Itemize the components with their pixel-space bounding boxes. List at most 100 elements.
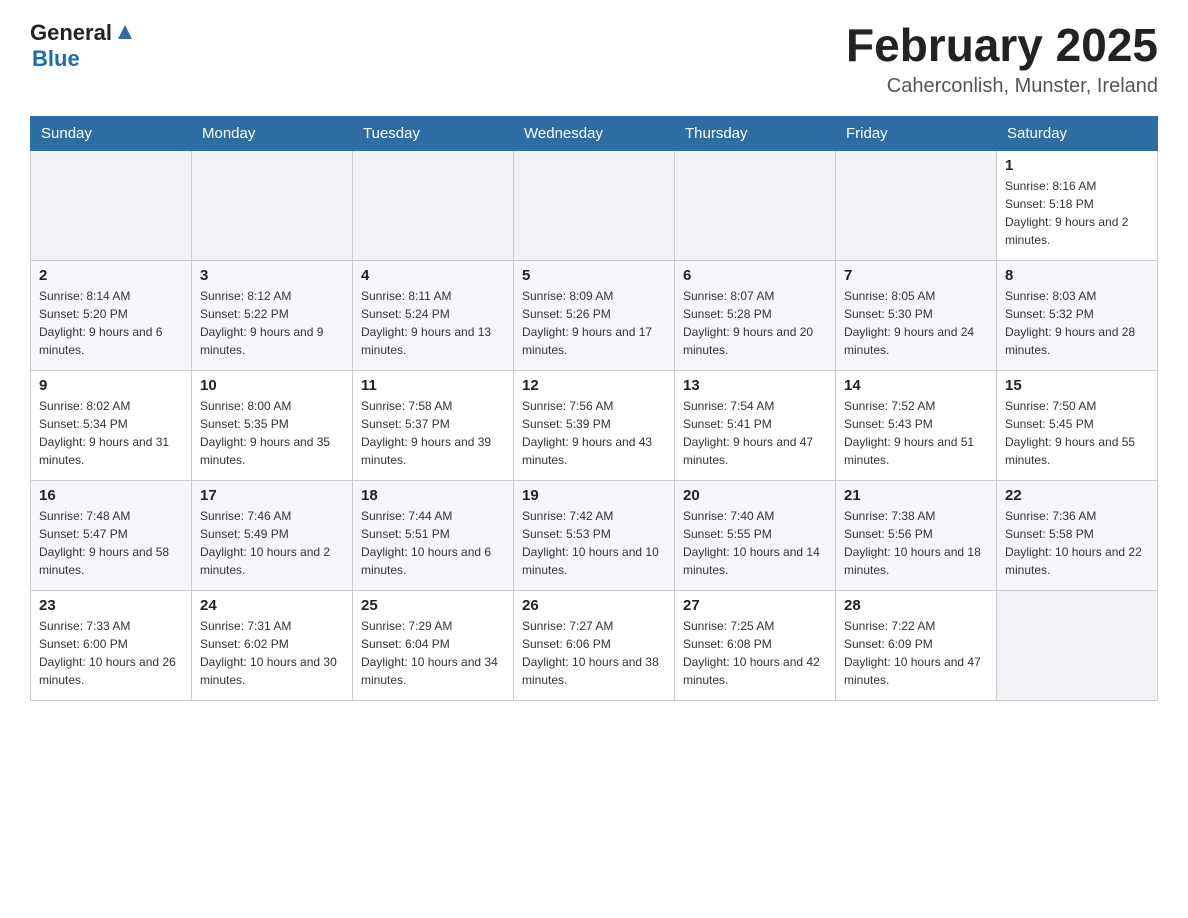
calendar-row: 2 Sunrise: 8:14 AMSunset: 5:20 PMDaylight… bbox=[31, 260, 1158, 370]
day-info: Sunrise: 7:36 AMSunset: 5:58 PMDaylight:… bbox=[1005, 507, 1149, 579]
calendar-cell: 11 Sunrise: 7:58 AMSunset: 5:37 PMDayligh… bbox=[353, 370, 514, 480]
day-info: Sunrise: 8:07 AMSunset: 5:28 PMDaylight:… bbox=[683, 287, 827, 359]
day-info: Sunrise: 8:05 AMSunset: 5:30 PMDaylight:… bbox=[844, 287, 988, 359]
day-info: Sunrise: 7:31 AMSunset: 6:02 PMDaylight:… bbox=[200, 617, 344, 689]
day-number: 2 bbox=[39, 267, 183, 284]
day-number: 12 bbox=[522, 377, 666, 394]
calendar-cell: 27 Sunrise: 7:25 AMSunset: 6:08 PMDayligh… bbox=[675, 590, 836, 700]
day-number: 24 bbox=[200, 597, 344, 614]
day-info: Sunrise: 8:03 AMSunset: 5:32 PMDaylight:… bbox=[1005, 287, 1149, 359]
day-info: Sunrise: 7:50 AMSunset: 5:45 PMDaylight:… bbox=[1005, 397, 1149, 469]
day-info: Sunrise: 7:38 AMSunset: 5:56 PMDaylight:… bbox=[844, 507, 988, 579]
day-number: 11 bbox=[361, 377, 505, 394]
day-number: 16 bbox=[39, 487, 183, 504]
day-info: Sunrise: 7:33 AMSunset: 6:00 PMDaylight:… bbox=[39, 617, 183, 689]
calendar-cell bbox=[514, 150, 675, 260]
day-of-week-header: Tuesday bbox=[353, 116, 514, 150]
calendar-cell: 28 Sunrise: 7:22 AMSunset: 6:09 PMDayligh… bbox=[836, 590, 997, 700]
day-info: Sunrise: 8:12 AMSunset: 5:22 PMDaylight:… bbox=[200, 287, 344, 359]
calendar-row: 23 Sunrise: 7:33 AMSunset: 6:00 PMDayligh… bbox=[31, 590, 1158, 700]
day-info: Sunrise: 8:11 AMSunset: 5:24 PMDaylight:… bbox=[361, 287, 505, 359]
calendar-cell: 26 Sunrise: 7:27 AMSunset: 6:06 PMDayligh… bbox=[514, 590, 675, 700]
calendar-cell bbox=[675, 150, 836, 260]
day-number: 15 bbox=[1005, 377, 1149, 394]
day-number: 3 bbox=[200, 267, 344, 284]
calendar-cell bbox=[353, 150, 514, 260]
day-number: 21 bbox=[844, 487, 988, 504]
logo-blue: Blue bbox=[32, 46, 80, 72]
calendar-cell: 1 Sunrise: 8:16 AMSunset: 5:18 PMDaylight… bbox=[997, 150, 1158, 260]
day-of-week-header: Wednesday bbox=[514, 116, 675, 150]
day-number: 7 bbox=[844, 267, 988, 284]
day-number: 5 bbox=[522, 267, 666, 284]
day-number: 25 bbox=[361, 597, 505, 614]
logo-general: General bbox=[30, 20, 112, 46]
day-info: Sunrise: 7:42 AMSunset: 5:53 PMDaylight:… bbox=[522, 507, 666, 579]
calendar-cell: 2 Sunrise: 8:14 AMSunset: 5:20 PMDaylight… bbox=[31, 260, 192, 370]
day-info: Sunrise: 8:00 AMSunset: 5:35 PMDaylight:… bbox=[200, 397, 344, 469]
day-of-week-header: Friday bbox=[836, 116, 997, 150]
calendar-cell bbox=[997, 590, 1158, 700]
calendar-cell: 3 Sunrise: 8:12 AMSunset: 5:22 PMDaylight… bbox=[192, 260, 353, 370]
calendar-cell: 8 Sunrise: 8:03 AMSunset: 5:32 PMDaylight… bbox=[997, 260, 1158, 370]
location-title: Caherconlish, Munster, Ireland bbox=[846, 75, 1158, 98]
day-number: 9 bbox=[39, 377, 183, 394]
calendar-cell: 6 Sunrise: 8:07 AMSunset: 5:28 PMDaylight… bbox=[675, 260, 836, 370]
month-title: February 2025 bbox=[846, 20, 1158, 71]
calendar-cell: 18 Sunrise: 7:44 AMSunset: 5:51 PMDayligh… bbox=[353, 480, 514, 590]
header-row: SundayMondayTuesdayWednesdayThursdayFrid… bbox=[31, 116, 1158, 150]
day-number: 1 bbox=[1005, 157, 1149, 174]
calendar-cell: 19Sunrise: 7:42 AMSunset: 5:53 PMDayligh… bbox=[514, 480, 675, 590]
calendar-cell: 9Sunrise: 8:02 AMSunset: 5:34 PMDaylight… bbox=[31, 370, 192, 480]
calendar-cell: 10 Sunrise: 8:00 AMSunset: 5:35 PMDayligh… bbox=[192, 370, 353, 480]
logo-icon bbox=[114, 21, 136, 43]
calendar-cell: 21 Sunrise: 7:38 AMSunset: 5:56 PMDayligh… bbox=[836, 480, 997, 590]
day-number: 27 bbox=[683, 597, 827, 614]
day-info: Sunrise: 8:09 AMSunset: 5:26 PMDaylight:… bbox=[522, 287, 666, 359]
calendar-row: 1 Sunrise: 8:16 AMSunset: 5:18 PMDaylight… bbox=[31, 150, 1158, 260]
day-of-week-header: Thursday bbox=[675, 116, 836, 150]
day-info: Sunrise: 8:16 AMSunset: 5:18 PMDaylight:… bbox=[1005, 177, 1149, 249]
calendar-cell: 17 Sunrise: 7:46 AMSunset: 5:49 PMDayligh… bbox=[192, 480, 353, 590]
calendar-cell: 25 Sunrise: 7:29 AMSunset: 6:04 PMDayligh… bbox=[353, 590, 514, 700]
page-header: General Blue February 2025 Caherconlish,… bbox=[30, 20, 1158, 98]
calendar-cell: 22 Sunrise: 7:36 AMSunset: 5:58 PMDayligh… bbox=[997, 480, 1158, 590]
day-info: Sunrise: 7:25 AMSunset: 6:08 PMDaylight:… bbox=[683, 617, 827, 689]
day-info: Sunrise: 7:58 AMSunset: 5:37 PMDaylight:… bbox=[361, 397, 505, 469]
calendar-cell: 24 Sunrise: 7:31 AMSunset: 6:02 PMDayligh… bbox=[192, 590, 353, 700]
day-number: 8 bbox=[1005, 267, 1149, 284]
calendar-cell: 20Sunrise: 7:40 AMSunset: 5:55 PMDayligh… bbox=[675, 480, 836, 590]
day-info: Sunrise: 7:44 AMSunset: 5:51 PMDaylight:… bbox=[361, 507, 505, 579]
calendar-cell: 16Sunrise: 7:48 AMSunset: 5:47 PMDayligh… bbox=[31, 480, 192, 590]
calendar-cell: 13Sunrise: 7:54 AMSunset: 5:41 PMDayligh… bbox=[675, 370, 836, 480]
logo: General Blue bbox=[30, 20, 136, 72]
day-number: 14 bbox=[844, 377, 988, 394]
day-info: Sunrise: 7:46 AMSunset: 5:49 PMDaylight:… bbox=[200, 507, 344, 579]
day-info: Sunrise: 7:29 AMSunset: 6:04 PMDaylight:… bbox=[361, 617, 505, 689]
calendar-row: 9Sunrise: 8:02 AMSunset: 5:34 PMDaylight… bbox=[31, 370, 1158, 480]
title-block: February 2025 Caherconlish, Munster, Ire… bbox=[846, 20, 1158, 98]
day-info: Sunrise: 7:22 AMSunset: 6:09 PMDaylight:… bbox=[844, 617, 988, 689]
day-info: Sunrise: 8:14 AMSunset: 5:20 PMDaylight:… bbox=[39, 287, 183, 359]
calendar-table: SundayMondayTuesdayWednesdayThursdayFrid… bbox=[30, 116, 1158, 701]
day-info: Sunrise: 7:54 AMSunset: 5:41 PMDaylight:… bbox=[683, 397, 827, 469]
calendar-cell bbox=[836, 150, 997, 260]
day-info: Sunrise: 7:27 AMSunset: 6:06 PMDaylight:… bbox=[522, 617, 666, 689]
day-number: 23 bbox=[39, 597, 183, 614]
day-number: 28 bbox=[844, 597, 988, 614]
calendar-cell: 15 Sunrise: 7:50 AMSunset: 5:45 PMDayligh… bbox=[997, 370, 1158, 480]
day-number: 22 bbox=[1005, 487, 1149, 504]
day-number: 4 bbox=[361, 267, 505, 284]
day-number: 17 bbox=[200, 487, 344, 504]
day-number: 26 bbox=[522, 597, 666, 614]
calendar-cell bbox=[192, 150, 353, 260]
calendar-cell: 14Sunrise: 7:52 AMSunset: 5:43 PMDayligh… bbox=[836, 370, 997, 480]
day-number: 6 bbox=[683, 267, 827, 284]
calendar-cell: 4 Sunrise: 8:11 AMSunset: 5:24 PMDaylight… bbox=[353, 260, 514, 370]
calendar-cell: 12Sunrise: 7:56 AMSunset: 5:39 PMDayligh… bbox=[514, 370, 675, 480]
calendar-cell: 5 Sunrise: 8:09 AMSunset: 5:26 PMDaylight… bbox=[514, 260, 675, 370]
day-number: 10 bbox=[200, 377, 344, 394]
day-number: 18 bbox=[361, 487, 505, 504]
day-of-week-header: Saturday bbox=[997, 116, 1158, 150]
day-info: Sunrise: 7:40 AMSunset: 5:55 PMDaylight:… bbox=[683, 507, 827, 579]
